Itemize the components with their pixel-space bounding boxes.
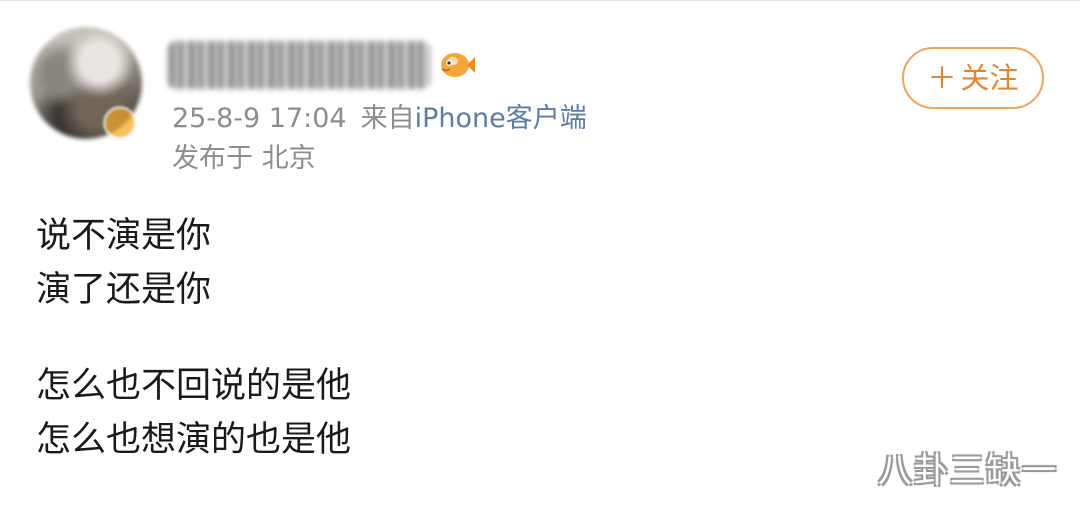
source-client-link[interactable]: iPhone客户端 <box>415 103 587 134</box>
content-line: 怎么也不回说的是他 <box>36 366 352 406</box>
plus-icon: ＋ <box>927 61 957 95</box>
post-content: 说不演是你 演了还是你 怎么也不回说的是他 怎么也想演的也是他 <box>36 209 936 467</box>
verified-badge-icon <box>103 106 137 140</box>
username-redacted[interactable] <box>168 41 430 89</box>
post-location: 发布于 北京 <box>172 143 316 174</box>
follow-label: 关注 <box>960 61 1019 95</box>
content-line: 演了还是你 <box>36 270 212 310</box>
post-timestamp: 25-8-9 17:04 <box>172 103 347 134</box>
post-meta: 25-8-9 17:04 来自iPhone客户端 <box>172 99 587 139</box>
follow-button[interactable]: ＋关注 <box>902 47 1044 109</box>
fish-icon <box>441 53 475 77</box>
weibo-post: 25-8-9 17:04 来自iPhone客户端 发布于 北京 ＋关注 说不演是你… <box>0 0 1080 510</box>
content-line: 怎么也想演的也是他 <box>36 420 352 460</box>
watermark: 八卦三缺一 <box>878 451 1058 491</box>
source-prefix: 来自 <box>360 103 415 134</box>
content-line: 说不演是你 <box>36 216 212 256</box>
